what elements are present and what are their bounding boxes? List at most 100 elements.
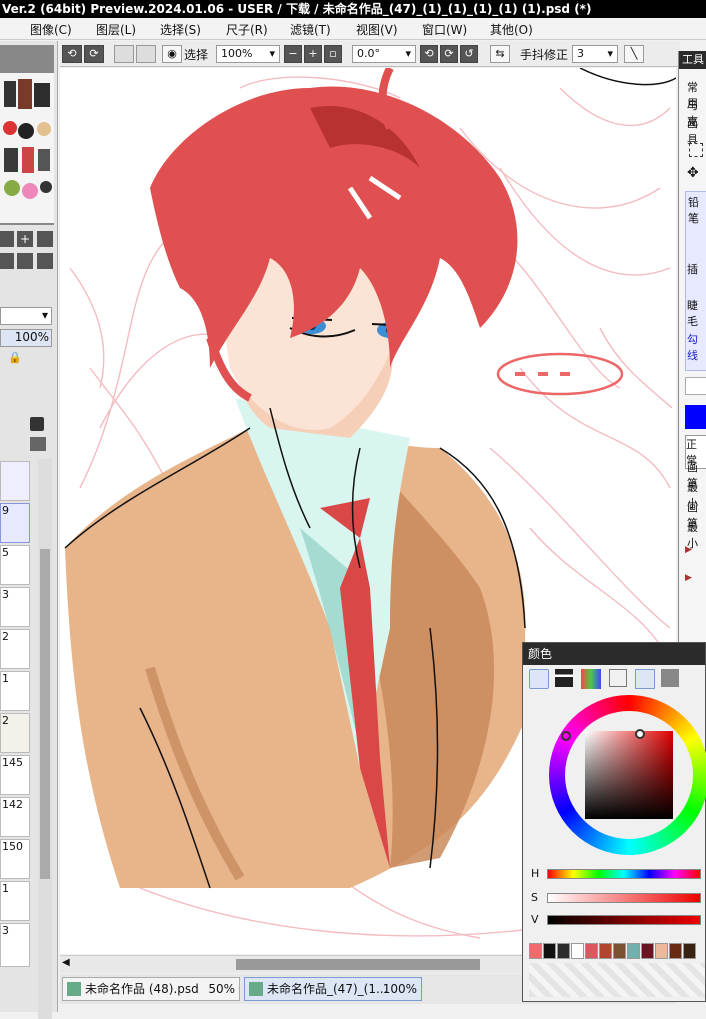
stabilizer-select[interactable]: 3 ▾ [572,45,618,63]
palette-swatch[interactable] [585,943,598,959]
layer-row[interactable]: 1 [0,671,30,711]
layer-row[interactable]: 9 [0,503,30,543]
layer-list-scrollbar[interactable] [38,459,52,1019]
menu-window[interactable]: 窗口(W) [422,21,467,38]
layer-row[interactable]: 5 [0,545,30,585]
palette-swatch[interactable] [543,943,556,959]
deselect-button[interactable] [114,45,134,63]
palette-swatch[interactable] [529,943,542,959]
layer-row[interactable]: 145 [0,755,30,795]
undo-button[interactable]: ⟲ [62,45,82,63]
sv-marker[interactable] [635,729,645,739]
lock-icon[interactable]: 🔒 [8,351,22,364]
rgb-tab-icon[interactable] [581,669,601,689]
value-label: V [531,913,539,926]
swatch-grid-tab-icon[interactable] [635,669,655,689]
value-slider[interactable] [547,915,701,925]
palette-swatch[interactable] [627,943,640,959]
layer-row[interactable]: 2 [0,713,30,753]
window-title: Ver.2 (64bit) Preview.2024.01.06 - USER … [0,0,706,18]
zoom-reset-button[interactable]: ▫ [324,45,342,63]
brush-item[interactable]: 插 [687,261,698,277]
layer-row[interactable]: 3 [0,587,30,627]
palette-swatch[interactable] [557,943,570,959]
document-tab-name: 未命名作品_(47)_(1... [267,982,388,996]
palette-swatch[interactable] [599,943,612,959]
layer-row[interactable]: 3 [0,923,30,967]
flip-horizontal-button[interactable]: ⇆ [490,45,510,63]
expand-arrow-icon[interactable]: ▶ [685,545,692,555]
layer-settings-icon[interactable] [30,417,44,431]
rotate-left-button[interactable]: ⟲ [420,45,438,63]
layer-name: 1 [2,672,9,685]
layer-tool-icons[interactable] [0,413,52,459]
mixer-tab-icon[interactable] [661,669,679,687]
menu-layer[interactable]: 图层(L) [96,21,136,38]
zoom-in-button[interactable]: + [304,45,322,63]
saturation-slider[interactable] [547,893,701,903]
nav-rotate-reset-button[interactable] [37,253,53,269]
palette-swatch[interactable] [683,943,696,959]
palette-swatch[interactable] [669,943,682,959]
palette-swatch[interactable] [641,943,654,959]
straight-line-button[interactable]: ╲ [624,45,644,63]
color-mixer-area[interactable] [529,963,705,997]
layer-name: 142 [2,798,23,811]
rotate-reset-button[interactable]: ↺ [460,45,478,63]
menu-select[interactable]: 选择(S) [160,21,201,38]
layer-row[interactable]: 2 [0,629,30,669]
brush-item[interactable]: 睫毛 [687,297,706,329]
secondary-color-swatch[interactable] [685,377,706,395]
saturation-value-square[interactable] [585,731,673,819]
redo-button[interactable]: ⟳ [84,45,104,63]
thumbnail-image [0,73,54,223]
foreground-color-swatch[interactable] [685,405,706,429]
palette-swatch[interactable] [571,943,584,959]
layer-row[interactable]: 142 [0,797,30,837]
selection-visibility-icon[interactable]: ◉ [162,45,182,63]
nav-rotate-right-button[interactable] [17,253,33,269]
move-tool-icon[interactable]: ✥ [687,165,699,181]
expand-arrow-icon[interactable]: ▶ [685,573,692,583]
palette-swatch[interactable] [655,943,668,959]
rotation-value: 0.0° [357,47,380,60]
layer-row[interactable] [0,461,30,501]
color-slider-tab-icon[interactable] [555,669,573,687]
menu-view[interactable]: 视图(V) [356,21,398,38]
rotation-select[interactable]: 0.0° ▾ [352,45,416,63]
navigator-thumbnail[interactable] [0,45,54,225]
hue-marker[interactable] [561,731,571,741]
document-tab-active[interactable]: 未命名作品_(47)_(1... 100% [244,977,422,1001]
palette-list-tab-icon[interactable] [609,669,627,687]
brush-pencil[interactable]: 铅笔 [688,194,706,226]
menu-image[interactable]: 图像(C) [30,21,72,38]
zoom-select[interactable]: 100% ▾ [216,45,280,63]
layer-row[interactable]: 1 [0,881,30,921]
nav-rotate-button[interactable] [0,253,14,269]
document-tab[interactable]: 未命名作品 (48).psd 50% [62,977,240,1001]
hue-slider[interactable] [547,869,701,879]
scroll-left-arrow[interactable]: ◀ [62,957,70,968]
nav-zoom-in-button[interactable]: + [17,231,33,247]
rotate-right-button[interactable]: ⟳ [440,45,458,63]
selection-tool-icon[interactable] [689,143,703,157]
opacity-field[interactable]: 100% [0,329,52,347]
layer-copy-icon[interactable] [30,437,46,451]
palette-swatch[interactable] [613,943,626,959]
layer-row[interactable]: 150 [0,839,30,879]
zoom-out-button[interactable]: − [284,45,302,63]
nav-reset-button[interactable] [37,231,53,247]
menu-ruler[interactable]: 尺子(R) [226,21,268,38]
layer-name: 9 [2,504,9,517]
menu-filter[interactable]: 滤镜(T) [290,21,331,38]
scrollbar-thumb[interactable] [40,549,50,879]
brush-item[interactable]: 勾线 [687,331,706,363]
menu-other[interactable]: 其他(O) [490,21,533,38]
color-wheel-tab-icon[interactable] [529,669,549,689]
blend-mode-select[interactable]: ▾ [0,307,52,325]
layer-name: 1 [2,882,9,895]
saturation-label: S [531,891,538,904]
nav-zoom-out-button[interactable] [0,231,14,247]
scrollbar-thumb[interactable] [236,959,480,970]
select-all-button[interactable] [136,45,156,63]
